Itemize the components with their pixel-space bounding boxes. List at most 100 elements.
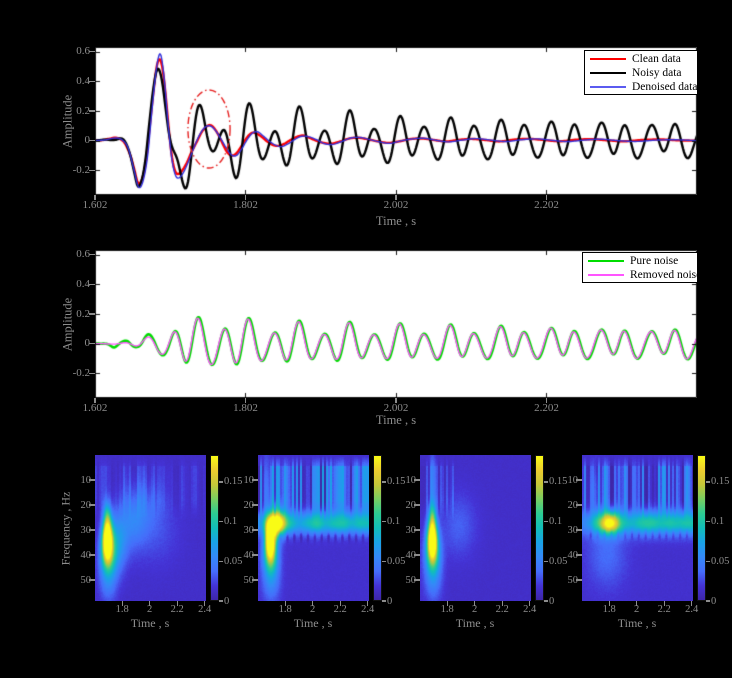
x-tick-label: 2	[622, 603, 652, 616]
noise-x-axis-label: Time , s	[246, 413, 546, 428]
colorbar-tick-label: 0	[549, 595, 575, 608]
y-tick-label: 40	[554, 549, 578, 562]
y-tick-label: 0.6	[49, 45, 90, 58]
y-tick-label: 20	[230, 499, 254, 512]
y-tick-label: 20	[392, 499, 416, 512]
y-tick-label: 50	[230, 574, 254, 587]
spectrogram-denoised-canvas	[420, 455, 531, 601]
x-tick-label: 1.8	[270, 603, 300, 616]
x-tick-label: 2	[460, 603, 490, 616]
colorbar-tick-mark	[706, 561, 710, 562]
x-tick-label: 2.4	[677, 603, 707, 616]
colorbar-tick-mark	[544, 521, 548, 522]
y-tick-label: -0.2	[49, 367, 90, 380]
colorbar-tick-label: 0.1	[711, 515, 732, 528]
colorbar-tick-mark	[706, 521, 710, 522]
colorbar-tick-mark	[219, 561, 223, 562]
colorbar-tick-mark	[382, 561, 386, 562]
spectrogram-clean-canvas	[95, 455, 206, 601]
legend-label: Noisy data	[632, 67, 682, 79]
x-tick-label: 2	[298, 603, 328, 616]
signal-x-axis-label: Time , s	[246, 214, 546, 229]
spectrogram-removed-noise-canvas	[582, 455, 693, 601]
x-tick-label: 1.8	[107, 603, 137, 616]
noisy-line-sample	[590, 72, 626, 74]
x-tick-label: 2.202	[522, 402, 572, 415]
colorbar-tick-mark	[219, 481, 223, 482]
y-tick-label: 0	[49, 134, 90, 147]
colorbar-tick-mark	[382, 521, 386, 522]
spectrogram-noisy-x-axis-label: Time , s	[263, 616, 363, 631]
x-tick-label: 2.4	[190, 603, 220, 616]
y-tick-label: 30	[554, 524, 578, 537]
x-tick-label: 2.002	[371, 199, 421, 212]
legend-item-noisy-data: Noisy data	[585, 66, 697, 80]
spectrogram-clean-x-axis-label: Time , s	[100, 616, 200, 631]
y-tick-label: 50	[554, 574, 578, 587]
x-tick-label: 1.602	[70, 402, 120, 415]
y-tick-label: 50	[67, 574, 91, 587]
y-tick-label: 10	[392, 474, 416, 487]
legend-label: Denoised data	[632, 81, 697, 93]
x-tick-label: 2	[135, 603, 165, 616]
y-tick-label: 40	[230, 549, 254, 562]
noise-plot-panel: Pure noise Removed noise	[95, 250, 697, 398]
colorbar-tick-mark	[706, 600, 710, 601]
y-tick-label: 30	[230, 524, 254, 537]
y-tick-label: 40	[392, 549, 416, 562]
spectrogram-noisy-canvas	[258, 455, 369, 601]
colorbar-removed-noise	[697, 455, 706, 601]
colorbar-tick-mark	[219, 600, 223, 601]
y-tick-label: 30	[67, 524, 91, 537]
y-tick-label: -0.2	[49, 164, 90, 177]
y-tick-label: 0	[49, 337, 90, 350]
legend-item-denoised-data: Denoised data	[585, 80, 697, 94]
x-tick-label: 2.2	[162, 603, 192, 616]
y-tick-label: 0.2	[49, 105, 90, 118]
colorbar-tick-mark	[544, 481, 548, 482]
legend-label: Clean data	[632, 53, 681, 65]
y-tick-label: 0.6	[49, 248, 90, 261]
colorbar-tick-label: 0	[711, 595, 732, 608]
colorbar-tick-mark	[219, 521, 223, 522]
colorbar-clean	[210, 455, 219, 601]
legend-item-removed-noise: Removed noise	[583, 268, 697, 282]
clean-line-sample	[590, 58, 626, 60]
y-tick-label: 20	[67, 499, 91, 512]
y-tick-label: 0.2	[49, 308, 90, 321]
spectrogram-denoised-panel	[420, 455, 531, 601]
removed-noise-line-sample	[588, 274, 624, 275]
spectrogram-noisy-panel	[258, 455, 369, 601]
y-tick-label: 50	[392, 574, 416, 587]
y-tick-label: 0.4	[49, 278, 90, 291]
x-tick-label: 1.802	[221, 402, 271, 415]
colorbar-tick-mark	[382, 481, 386, 482]
colorbar-tick-mark	[382, 600, 386, 601]
legend-label: Removed noise	[630, 269, 701, 281]
y-tick-label: 20	[554, 499, 578, 512]
x-tick-label: 2.2	[649, 603, 679, 616]
x-tick-label: 1.602	[70, 199, 120, 212]
colorbar-tick-mark	[706, 481, 710, 482]
pure-noise-line-sample	[588, 260, 624, 263]
x-tick-label: 1.8	[594, 603, 624, 616]
x-tick-label: 2.4	[515, 603, 545, 616]
legend-label: Pure noise	[630, 255, 678, 267]
noise-legend: Pure noise Removed noise	[582, 252, 698, 283]
x-tick-label: 2.202	[522, 199, 572, 212]
signal-legend: Clean data Noisy data Denoised data	[584, 50, 698, 95]
y-tick-label: 10	[554, 474, 578, 487]
figure: Clean data Noisy data Denoised data Ampl…	[0, 0, 732, 678]
x-tick-label: 2.002	[371, 402, 421, 415]
colorbar-noisy	[373, 455, 382, 601]
x-tick-label: 1.8	[432, 603, 462, 616]
colorbar-tick-label: 0.15	[711, 475, 732, 488]
colorbar-tick-mark	[544, 561, 548, 562]
legend-item-clean-data: Clean data	[585, 52, 697, 66]
x-tick-label: 1.802	[221, 199, 271, 212]
y-tick-label: 30	[392, 524, 416, 537]
spectrogram-denoised-x-axis-label: Time , s	[425, 616, 525, 631]
colorbar-tick-mark	[544, 600, 548, 601]
colorbar-tick-label: 0	[387, 595, 413, 608]
signal-plot-panel: Clean data Noisy data Denoised data	[95, 47, 697, 195]
